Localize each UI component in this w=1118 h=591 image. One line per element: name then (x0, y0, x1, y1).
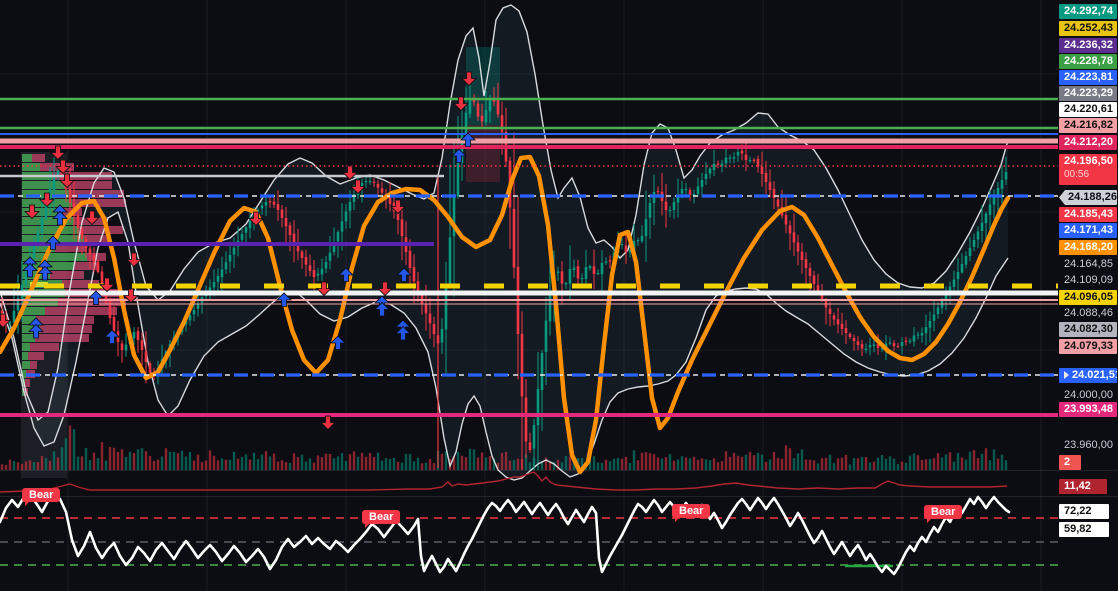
price-label: 24.096,05 (1059, 290, 1117, 305)
oscillator-panel (0, 494, 1058, 574)
buy-arrow-icon (396, 327, 410, 341)
price-label: 24.252,43 (1059, 21, 1117, 36)
bear-signal-badge: Bear (22, 488, 60, 502)
price-label: 24.109,09 (1059, 273, 1117, 288)
price-label: 24.223,81 (1059, 70, 1117, 85)
price-label: 24.212,20 (1059, 135, 1117, 150)
price-label: 11,42 (1059, 479, 1107, 494)
price-scale[interactable]: 24.292,7424.252,4324.236,3224.228,7824.2… (1058, 0, 1118, 591)
sell-arrow-icon (321, 416, 335, 430)
price-label: 24.088,46 (1059, 306, 1117, 321)
buy-arrow-icon (375, 303, 389, 317)
price-label: 24.082,30 (1059, 322, 1117, 337)
bear-signal-badge: Bear (672, 504, 710, 518)
price-label: 24.220,61 (1059, 102, 1117, 117)
price-label: 2 (1059, 455, 1081, 470)
price-label: 72,22 (1059, 504, 1109, 519)
price-label: 24.228,78 (1059, 54, 1117, 69)
price-label: 24.000,00 (1059, 388, 1117, 403)
price-label: 24.164,85 (1059, 257, 1117, 272)
current-price-label: 24.196,5000:56 (1059, 154, 1117, 185)
price-label: 24.236,32 (1059, 38, 1117, 53)
price-label: 24.079,33 (1059, 339, 1117, 354)
sell-arrow-icon (343, 166, 357, 180)
price-label: 23.960,00 (1059, 438, 1117, 453)
price-label: 24.292,74 (1059, 4, 1117, 19)
chart-canvas[interactable] (0, 0, 1118, 591)
position-arrow-icon (1064, 371, 1069, 379)
oscillator-line (0, 494, 1009, 574)
bear-signal-badge: Bear (362, 510, 400, 524)
trading-chart-window: Bear Bear Bear Bear 24.292,74 24.252,43 24.23… (0, 0, 1118, 591)
panel-separators (0, 471, 1118, 497)
price-label: 23.993,48 (1059, 402, 1117, 417)
price-label: 24.223,29 (1059, 86, 1117, 101)
price-label: 24.216,82 (1059, 118, 1117, 133)
countdown-timer: 00:56 (1064, 169, 1117, 180)
price-label: 24.188,26 (1059, 190, 1117, 205)
price-label: 24.185,43 (1059, 207, 1117, 222)
price-label: 24.171,43 (1059, 223, 1117, 238)
price-label: 24.021,51 (1059, 368, 1117, 383)
bear-signal-badge: Bear (924, 505, 962, 519)
price-label: 24.168,20 (1059, 240, 1117, 255)
price-label: 59,82 (1059, 522, 1109, 537)
